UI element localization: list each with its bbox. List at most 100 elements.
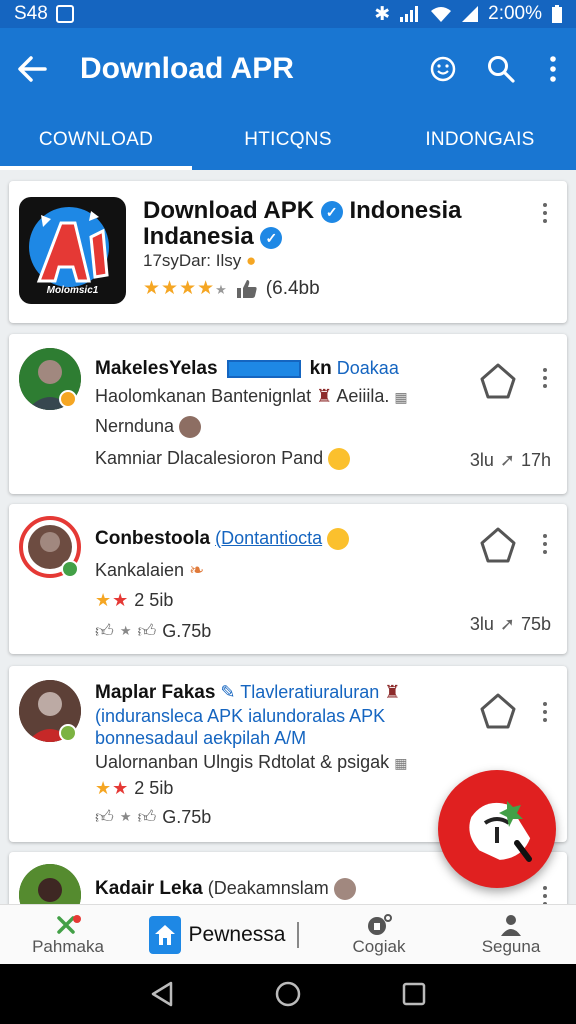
rating-stars: ★★★★★	[143, 278, 228, 299]
post-meta: 3lu ➚ 75b	[470, 614, 551, 635]
nav-label: Pahmaka	[32, 937, 104, 956]
bookmark-icon[interactable]	[479, 526, 517, 564]
post-line1: Haolomkanan Bantenignlat ♜ Aeiiila. ▦	[95, 386, 408, 407]
notification-icon	[55, 5, 74, 23]
author-link[interactable]: Doakaa	[337, 358, 399, 378]
post-more-button[interactable]	[537, 534, 553, 554]
author-link[interactable]: Tlavleratiuraluran	[240, 682, 379, 702]
back-triangle-icon[interactable]	[149, 980, 175, 1008]
like-icon[interactable]: 👍︎	[95, 620, 114, 642]
post-line3: Kamniar Dlacalesioron Pand	[95, 448, 351, 471]
post-header: MakelesYelas kn Doakaa	[95, 358, 399, 380]
post-text-tail: Aeiiila.	[336, 386, 390, 406]
post-header: Kadair Leka (Deakamnslam	[95, 878, 356, 901]
lock-chat-icon	[365, 913, 393, 937]
post-line2[interactable]: bonnesadaul aekpilah A/M	[95, 728, 306, 749]
share-icon[interactable]: ➚	[500, 450, 515, 471]
post-size: G.75b	[162, 620, 212, 641]
system-nav-bar	[0, 964, 576, 1024]
app-title-line2: Indanesia ✓	[143, 223, 283, 251]
search-button[interactable]	[472, 28, 530, 110]
search-icon	[488, 56, 515, 83]
cell-signal-icon	[462, 6, 479, 22]
home-icon	[148, 916, 181, 954]
page-title: Download APR	[80, 52, 294, 85]
verified-badge-icon: ✓	[320, 200, 343, 223]
post-text: Nernduna	[95, 416, 175, 436]
author-link[interactable]: (Dontantiocta	[215, 528, 322, 548]
like-icon[interactable]: 👍︎	[137, 620, 156, 642]
trophy-icon: ♜	[316, 386, 333, 406]
pencil-icon: ✎	[220, 682, 236, 702]
emoji-button[interactable]	[414, 28, 472, 110]
tab-indongais[interactable]: INDONGAIS	[384, 110, 576, 170]
post-text: Kamniar Dlacalesioron Pand	[95, 448, 324, 468]
nav-label: Cogiak	[352, 937, 406, 956]
author-name: Kadair Leka	[95, 878, 203, 899]
post-size-row: 👍︎ ★ 👍︎ G.75b	[95, 806, 211, 828]
author-name: MakelesYelas	[95, 358, 218, 379]
meta-count: 3lu	[469, 450, 494, 470]
post-text: Ualornanban Ulngis Rdtolat & psigak	[95, 752, 390, 772]
post-size: G.75b	[162, 806, 212, 827]
signal-icon	[400, 6, 419, 22]
bookmark-icon[interactable]	[479, 692, 517, 730]
nav-item-seguna[interactable]: Seguna	[446, 905, 576, 965]
nav-divider	[297, 922, 300, 948]
nav-item-pahmaka[interactable]: Pahmaka	[0, 905, 136, 965]
author-link[interactable]: (Deakamnslam	[208, 878, 329, 898]
stopwatch-fab[interactable]	[438, 770, 556, 888]
nav-label: Pewnessa	[188, 923, 286, 946]
post-more-button[interactable]	[537, 368, 553, 388]
author-name: Maplar Fakas	[95, 682, 216, 703]
nav-label: Seguna	[481, 937, 541, 956]
thumbs-up-icon	[236, 279, 257, 298]
post-rating-row: ★★ 2 5ib	[95, 778, 173, 799]
star-small-icon: ★	[119, 809, 132, 824]
app-title-second: Indanesia	[143, 223, 254, 250]
verified-badge-icon: ✓	[260, 226, 283, 249]
post-header: Maplar Fakas ✎ Tlavleratiuraluran ♜	[95, 682, 400, 704]
bottom-nav: Pahmaka Pewnessa Cogiak Seguna	[0, 904, 576, 964]
like-icon[interactable]: 👍︎	[137, 806, 156, 828]
post-meta: 3lu ➚ 17h	[470, 450, 551, 471]
app-title: Download APK	[143, 197, 315, 224]
smiley-icon	[430, 56, 456, 82]
post-more-button[interactable]	[537, 886, 553, 906]
trophy-icon: ♜	[384, 682, 401, 702]
nav-item-pewnessa[interactable]: Pewnessa	[136, 905, 312, 965]
rating-stars: ★★	[95, 778, 130, 798]
post-line2: Nernduna	[95, 416, 202, 439]
like-icon[interactable]: 👍︎	[95, 806, 114, 828]
tools-icon	[55, 913, 81, 937]
medal-icon: ●	[245, 251, 257, 270]
meta-size: 75b	[520, 614, 551, 634]
app-size: (6.4bb	[265, 277, 320, 299]
app-title-tail: Indonesia	[349, 197, 462, 224]
tab-bar: COWNLOAD HTICQNS INDONGAIS	[0, 110, 576, 170]
post-card[interactable]: MakelesYelas kn Doakaa Haolomkanan Bante…	[9, 334, 567, 494]
post-text: Kankalaien	[95, 560, 185, 580]
post-line1: Kankalaien ❧	[95, 560, 204, 581]
author-name-tail: kn	[309, 358, 332, 379]
post-more-button[interactable]	[537, 702, 553, 722]
recents-square-icon[interactable]	[401, 981, 427, 1007]
app-header-card[interactable]: Molomsic1 Download APK ✓ Indonesia Indan…	[9, 181, 567, 323]
share-icon[interactable]: ➚	[500, 614, 515, 635]
app-subtitle: 17syDar: Ilsy	[143, 251, 242, 270]
nav-item-cogiak[interactable]: Cogiak	[312, 905, 446, 965]
home-circle-icon[interactable]	[274, 980, 302, 1008]
bluetooth-icon: ✱	[374, 3, 391, 25]
author-name: Conbestoola	[95, 528, 211, 549]
back-button[interactable]	[0, 28, 64, 110]
post-rating-row: ★★ 2 5ib	[95, 590, 173, 611]
app-card-more-button[interactable]	[537, 203, 553, 223]
grid-icon: ▦	[394, 755, 408, 771]
overflow-menu-button[interactable]	[530, 28, 576, 110]
bookmark-icon[interactable]	[479, 362, 517, 400]
tab-download[interactable]: COWNLOAD	[0, 110, 192, 170]
more-vert-icon	[550, 56, 556, 82]
tab-htiqns[interactable]: HTICQNS	[192, 110, 384, 170]
post-card[interactable]: Conbestoola (Dontantiocta Kankalaien ❧ ★…	[9, 504, 567, 654]
post-line1[interactable]: (induransleca APK ialundoralas APK	[95, 706, 385, 727]
